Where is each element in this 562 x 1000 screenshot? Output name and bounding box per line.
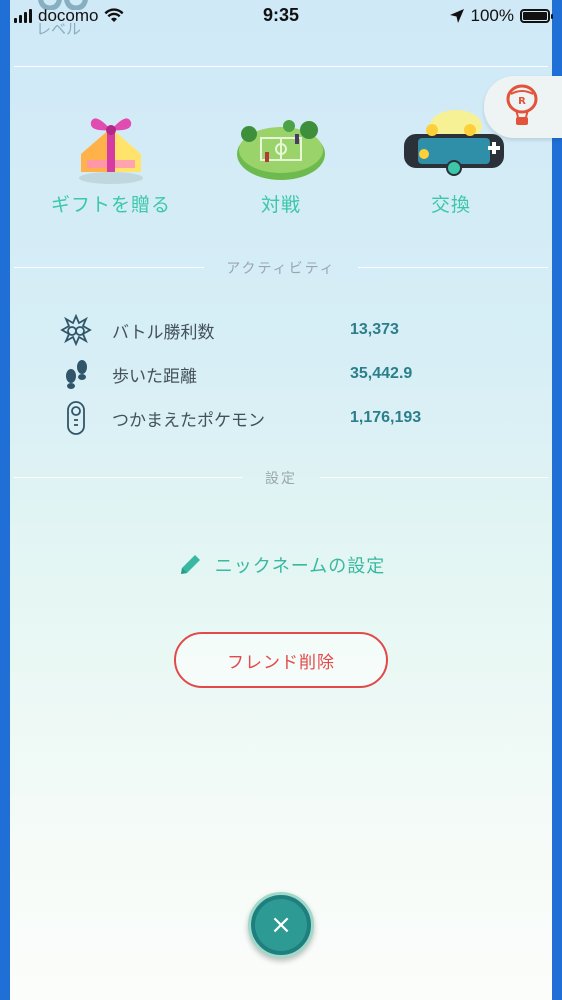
gift-icon <box>79 118 143 184</box>
divider <box>14 66 548 67</box>
stat-row-battles: バトル勝利数 13,373 <box>56 308 516 352</box>
svg-text:R: R <box>518 96 526 107</box>
level-label: レベル <box>36 20 82 38</box>
friend-actions: ギフトを贈る 対戦 交換 <box>10 108 552 218</box>
stat-value: 35,442.9 <box>350 365 413 382</box>
send-gift-button[interactable]: ギフトを贈る <box>26 108 196 217</box>
battery-icon <box>520 9 553 23</box>
trade-icon <box>404 110 504 176</box>
settings-title: 設定 <box>265 471 297 487</box>
pencil-icon <box>180 555 200 574</box>
send-gift-label: ギフトを贈る <box>50 194 171 216</box>
battery-percent: 100% <box>470 6 514 25</box>
stat-label: バトル勝利数 <box>112 322 215 343</box>
trade-label: 交換 <box>430 194 471 216</box>
close-button[interactable]: × <box>248 892 314 958</box>
nickname-setting-button[interactable]: ニックネームの設定 <box>0 552 562 578</box>
stat-value: 13,373 <box>350 321 399 338</box>
activity-title: アクティビティ <box>226 261 336 277</box>
stat-label: つかまえたポケモン <box>112 410 265 431</box>
footprints-icon <box>66 360 87 389</box>
battle-button[interactable]: 対戦 <box>196 108 366 217</box>
status-right: 100% <box>449 6 553 26</box>
stat-value: 1,176,193 <box>350 409 422 426</box>
battle-wins-icon <box>60 314 92 346</box>
level-number-partial <box>38 0 88 16</box>
remove-friend-button[interactable]: フレンド削除 <box>174 632 388 688</box>
nickname-setting-label: ニックネームの設定 <box>214 556 386 577</box>
activity-stats: バトル勝利数 13,373 歩いた距離 35,442.9 つかまえたポケモン 1… <box>56 308 516 440</box>
battle-label: 対戦 <box>260 194 301 216</box>
location-arrow-icon <box>449 9 464 23</box>
pokedex-icon <box>67 401 85 435</box>
battle-field-icon <box>237 120 325 180</box>
stat-row-caught: つかまえたポケモン 1,176,193 <box>56 396 516 440</box>
stat-label: 歩いた距離 <box>112 366 197 387</box>
close-icon: × <box>255 899 307 951</box>
stat-row-distance: 歩いた距離 35,442.9 <box>56 352 516 396</box>
trade-button[interactable]: 交換 <box>366 108 536 217</box>
